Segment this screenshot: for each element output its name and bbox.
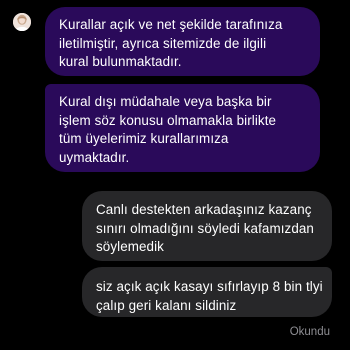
message-text-line: Kural dışı müdahale veya başka bir <box>59 94 272 109</box>
outgoing-message[interactable]: siz açık açık kasayı sıfırlayıp 8 bin tl… <box>82 267 332 317</box>
incoming-message[interactable]: Kurallar açık ve net şekilde tarafınıza … <box>45 7 320 76</box>
message-text-line: işlem söz konusu olmamakla birlikte <box>59 112 277 128</box>
seen-status: Okundu <box>289 326 330 338</box>
chat-thread: Kurallar açık ve net şekilde tarafınıza … <box>0 0 350 350</box>
avatar[interactable] <box>13 13 31 31</box>
message-text-line: çalıp geri kalanı sildiniz <box>96 297 237 313</box>
message-text-line: sınırı olmadığını söyledi kafamızdan <box>96 220 314 236</box>
incoming-message[interactable]: Kural dışı müdahale veya başka bir işlem… <box>45 84 320 172</box>
message-text-line: iletilmiştir, ayrıca sitemizde de ilgili <box>59 35 267 51</box>
message-text-line: uymaktadır. <box>59 149 130 165</box>
outgoing-message[interactable]: Canlı destekten arkadaşınız kazanç sınır… <box>82 191 332 261</box>
message-text-line: Canlı destekten arkadaşınız kazanç <box>96 202 312 217</box>
message-text-line: Kurallar açık ve net şekilde tarafınıza <box>59 17 283 32</box>
message-text-line: siz açık açık kasayı sıfırlayıp 8 bin tl… <box>96 279 323 294</box>
message-text-line: tüm üyelerimiz kurallarımıza <box>59 131 229 146</box>
profile-avatar-icon <box>13 13 31 31</box>
message-text-line: kural bulunmaktadır. <box>59 54 182 69</box>
message-text-line: söylemedik <box>96 239 164 254</box>
